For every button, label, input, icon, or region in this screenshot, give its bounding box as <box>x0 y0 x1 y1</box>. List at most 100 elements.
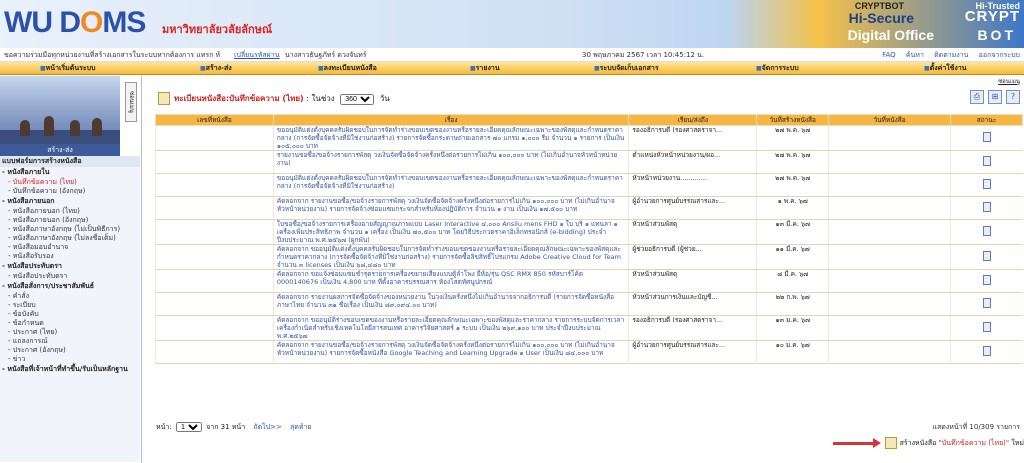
table-row[interactable]: คัดลอกจาก ขออนุมัติแต่งตั้งบุคคลรับผิดชอ… <box>155 244 1023 270</box>
hide-menu-link[interactable]: ซ่อนเมนู <box>998 76 1020 88</box>
period-select[interactable]: 360 <box>340 94 375 105</box>
new-document-icon[interactable] <box>885 437 898 449</box>
sidebar-item[interactable]: - หนังสือภายนอก (ไทย) <box>0 207 140 216</box>
sidebar-item[interactable]: - ประกาศ (ไทย) <box>0 328 140 337</box>
cell-to: รองอธิการบดี (รองศาสตราจา... <box>628 315 757 341</box>
document-status-icon[interactable] <box>982 346 991 356</box>
menu-settings[interactable]: ตั้งค่าใช้งาน <box>924 62 967 75</box>
sidebar-item[interactable]: - คำสั่ง <box>0 292 140 301</box>
hide-menu-tab[interactable]: ซ่อนเมนู <box>125 82 137 122</box>
document-status-icon[interactable] <box>982 226 991 236</box>
create-type[interactable]: "บันทึกข้อความ (ไทย)" <box>939 439 1010 447</box>
cell-docdate <box>828 340 951 364</box>
col-number[interactable]: เลขที่หนังสือ <box>155 114 274 126</box>
sidebar-item[interactable]: - ข่าว <box>0 355 140 364</box>
cell-to: หัวหน้าส่วนพัสดุ <box>628 219 757 245</box>
cell-subject[interactable]: คัดลอกจาก รายงานขอซื้อ/ขอจ้างรายการพัสดุ… <box>272 340 629 364</box>
document-status-icon[interactable] <box>982 275 991 285</box>
cell-created: ๒๗ พ.ค. ๖๗ <box>756 125 829 151</box>
cell-subject[interactable]: คัดลอกจาก ขออนุมัติแต่งตั้งบุคคลรับผิดชอ… <box>272 244 629 270</box>
document-status-icon[interactable] <box>982 251 991 261</box>
sidebar-item[interactable]: - หนังสือภาษาอังกฤษ (ไม่ลงชื่อเต็ม) <box>0 234 140 243</box>
main-panel: ทะเบียนหนังสือ:บันทึกข้อความ (ไทย) : ในช… <box>148 76 1024 463</box>
page-select[interactable]: 1 <box>175 422 202 432</box>
menu-register[interactable]: ลงทะเบียนหนังสือ <box>318 62 377 75</box>
sidebar-section-header[interactable]: - หนังสือที่เจ้าหน้าที่ทำขึ้น/รับเป็นหลั… <box>0 364 140 375</box>
document-status-icon[interactable] <box>982 298 991 308</box>
cell-created: ๘ มี.ค. ๖๗ <box>756 269 829 293</box>
sidebar-item[interactable]: - หนังสือมอบอำนาจ <box>0 243 140 252</box>
menu-home[interactable]: หน้าเริ่มต้นระบบ <box>40 62 96 75</box>
create-tail[interactable]: ใหม่ <box>1009 439 1024 447</box>
sidebar-item[interactable]: - ระเบียบ <box>0 301 140 310</box>
sidebar-section-header[interactable]: - หนังสือประทับตรา <box>0 261 140 272</box>
table-row[interactable]: คัดลอกจาก ขอแจ้งซ่อมแซมชำรุดรายการเครื่อ… <box>155 269 1023 293</box>
last-page-link[interactable]: สุดท้าย <box>290 423 311 431</box>
table-row[interactable]: ใบขอซื้อ/ขอจ้างรายการเครื่องฉายสัญญาณภาพ… <box>155 219 1023 245</box>
document-status-icon[interactable] <box>982 179 991 189</box>
table-row[interactable]: คัดลอกจาก รายงานขอซื้อ/ขอจ้างรายการพัสดุ… <box>155 340 1023 364</box>
sidebar-item[interactable]: - หนังสือภาษาอังกฤษ (ไม่เป็นพิธีการ) <box>0 225 140 234</box>
sidebar-section-header[interactable]: - หนังสือภายใน <box>0 167 140 178</box>
table-row[interactable]: คัดลอกจาก รายงานขอซื้อ/ขอจ้างรายการพัสดุ… <box>155 196 1023 220</box>
register-icon <box>158 92 170 105</box>
cell-status <box>950 292 1023 316</box>
col-subject[interactable]: เรื่อง <box>272 114 630 126</box>
document-status-icon[interactable] <box>982 156 991 166</box>
menu-admin[interactable]: จัดการระบบ <box>756 62 799 75</box>
sidebar-item[interactable]: - บันทึกข้อความ (ไทย) <box>0 178 140 187</box>
sidebar-item[interactable]: - ข้อบังคับ <box>0 310 140 319</box>
col-docdate[interactable]: วันที่หนังสือ <box>828 114 952 126</box>
logout-link[interactable]: ออกจากระบบ <box>979 51 1020 59</box>
wudoms-logo[interactable]: WU DOMS <box>4 6 146 40</box>
cell-subject[interactable]: รายงานขอซื้อ/ขอจ้างรายการพัสดุ วงเงินจัด… <box>272 150 629 174</box>
cell-status <box>950 244 1023 270</box>
cell-subject[interactable]: คัดลอกจาก ขอแจ้งซ่อมแซมชำรุดรายการเครื่อ… <box>272 269 629 293</box>
cell-subject[interactable]: ใบขอซื้อ/ขอจ้างรายการเครื่องฉายสัญญาณภาพ… <box>272 219 629 245</box>
table-row[interactable]: คัดลอกจาก ขออนุมัติร่างขอบเขตของงานหรือร… <box>155 315 1023 341</box>
cell-subject[interactable]: ขออนุมัติแต่งตั้งบุคคลรับผิดชอบในการจัดท… <box>272 173 629 197</box>
help-icon[interactable]: ? <box>1006 90 1020 104</box>
document-status-icon[interactable] <box>982 322 991 332</box>
sidebar-item[interactable]: - หนังสือภายนอก (อังกฤษ) <box>0 216 140 225</box>
table-row[interactable]: รายงานขอซื้อ/ขอจ้างรายการพัสดุ วงเงินจัด… <box>155 150 1023 174</box>
sidebar-item[interactable]: - หนังสือประทับตรา <box>0 272 140 281</box>
next-page-link[interactable]: ถัดไป>> <box>253 423 281 431</box>
menu-report[interactable]: รายงาน <box>470 62 500 75</box>
document-status-icon[interactable] <box>982 132 991 142</box>
cell-created: ๑๓ มี.ค. ๖๗ <box>756 219 829 245</box>
print-icon[interactable]: ⎙ <box>970 90 984 104</box>
change-password-link[interactable]: เปลี่ยนรหัสผ่าน <box>234 48 279 62</box>
sidebar-item[interactable]: - ข้อกำหนด <box>0 319 140 328</box>
create-label[interactable]: สร้างหนังสือ <box>900 439 939 447</box>
export-icon[interactable]: ⊞ <box>988 90 1002 104</box>
sidebar: สร้าง-ส่ง ซ่อนเมนู แบบฟอร์มการสร้างหนังส… <box>0 76 142 463</box>
menu-create-send[interactable]: สร้าง-ส่ง <box>200 62 232 75</box>
period-unit: วัน <box>379 94 390 103</box>
track-link[interactable]: ติดตามงาน <box>934 51 968 59</box>
pagination: หน้า: 1 จาก 31 หน้า ถัดไป>> สุดท้าย <box>156 422 312 433</box>
document-status-icon[interactable] <box>982 202 991 212</box>
cell-created: ๑ พ.ค. ๖๗ <box>756 196 829 220</box>
sidebar-item[interactable]: - แถลงการณ์ <box>0 337 140 346</box>
table-row[interactable]: คัดลอกจาก รายงานผลการจัดซื้อจัดจ้างของหน… <box>155 292 1023 316</box>
cell-subject[interactable]: คัดลอกจาก รายงานผลการจัดซื้อจัดจ้างของหน… <box>272 292 629 316</box>
sidebar-item[interactable]: - หนังสือรับรอง <box>0 252 140 261</box>
sidebar-item[interactable]: - บันทึกข้อความ (อังกฤษ) <box>0 187 140 196</box>
faq-link[interactable]: FAQ <box>882 51 896 59</box>
col-status[interactable]: สถานะ <box>950 114 1023 126</box>
sidebar-section-header[interactable]: - หนังสือสั่งการ/ประชาสัมพันธ์ <box>0 281 140 292</box>
cell-subject[interactable]: คัดลอกจาก ขออนุมัติร่างขอบเขตของงานหรือร… <box>272 315 629 341</box>
cell-subject[interactable]: คัดลอกจาก รายงานขอซื้อ/ขอจ้างรายการพัสดุ… <box>272 196 629 220</box>
search-link[interactable]: ค้นหา <box>906 51 924 59</box>
col-created[interactable]: วันที่สร้างหนังสือ <box>756 114 830 126</box>
university-name: มหาวิทยาลัยวลัยลักษณ์ <box>162 23 273 36</box>
table-row[interactable]: ขออนุมัติแต่งตั้งบุคคลรับผิดชอบในการจัดท… <box>155 173 1023 197</box>
sidebar-item[interactable]: - ประกาศ (อังกฤษ) <box>0 346 140 355</box>
sidebar-section-header[interactable]: - หนังสือภายนอก <box>0 196 140 207</box>
cell-subject[interactable]: ขออนุมัติแต่งตั้งบุคคลรับผิดชอบในการจัดท… <box>272 125 629 151</box>
menu-archive[interactable]: ระบบจัดเก็บเอกสาร <box>594 62 659 75</box>
col-to[interactable]: เรียน/ส่งถึง <box>628 114 758 126</box>
page-title: ทะเบียนหนังสือ:บันทึกข้อความ (ไทย) <box>174 94 304 103</box>
table-row[interactable]: ขออนุมัติแต่งตั้งบุคคลรับผิดชอบในการจัดท… <box>155 125 1023 151</box>
